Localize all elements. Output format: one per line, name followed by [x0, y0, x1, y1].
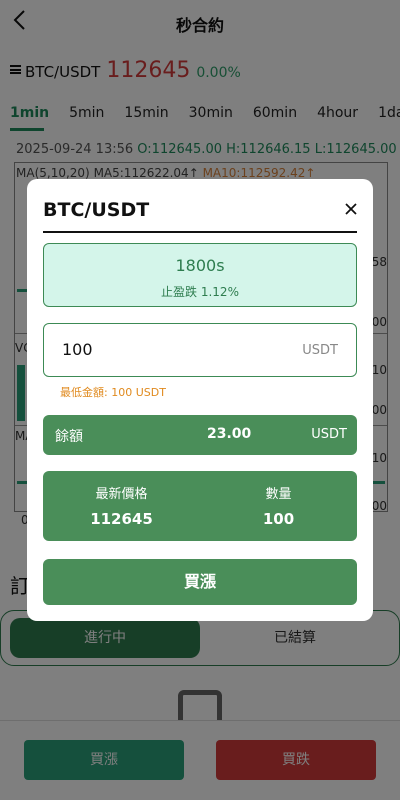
quantity-value: 100: [262, 510, 295, 528]
amount-unit: USDT: [302, 343, 338, 358]
balance-label: 餘額: [55, 429, 83, 445]
modal-title: BTC/USDT: [43, 199, 150, 221]
duration-value: 1800s: [175, 256, 225, 275]
latest-price-value: 112645: [90, 510, 153, 528]
amount-input[interactable]: 100 USDT: [43, 323, 357, 377]
balance-value: 23.00: [207, 426, 252, 442]
duration-option[interactable]: 1800s 止盈跌 1.12%: [43, 243, 357, 307]
confirm-buy-up-button[interactable]: 買漲: [43, 559, 357, 605]
amount-value: 100: [62, 340, 93, 359]
latest-price-column: 最新價格 112645: [43, 483, 200, 528]
order-modal: BTC/USDT 1800s 止盈跌 1.12% 100 USDT 最低金額: …: [27, 179, 373, 621]
minimum-amount-hint: 最低金額: 100 USDT: [60, 386, 166, 399]
balance-unit: USDT: [311, 427, 347, 442]
balance-row: 餘額 23.00 USDT: [43, 415, 357, 455]
close-icon[interactable]: [343, 201, 359, 217]
quantity-column: 數量 100: [200, 483, 357, 528]
quantity-label: 數量: [265, 487, 292, 502]
latest-price-label: 最新價格: [95, 487, 148, 502]
duration-note: 止盈跌 1.12%: [161, 285, 239, 299]
modal-divider: [43, 231, 357, 233]
order-info-panel: 最新價格 112645 數量 100: [43, 471, 357, 541]
